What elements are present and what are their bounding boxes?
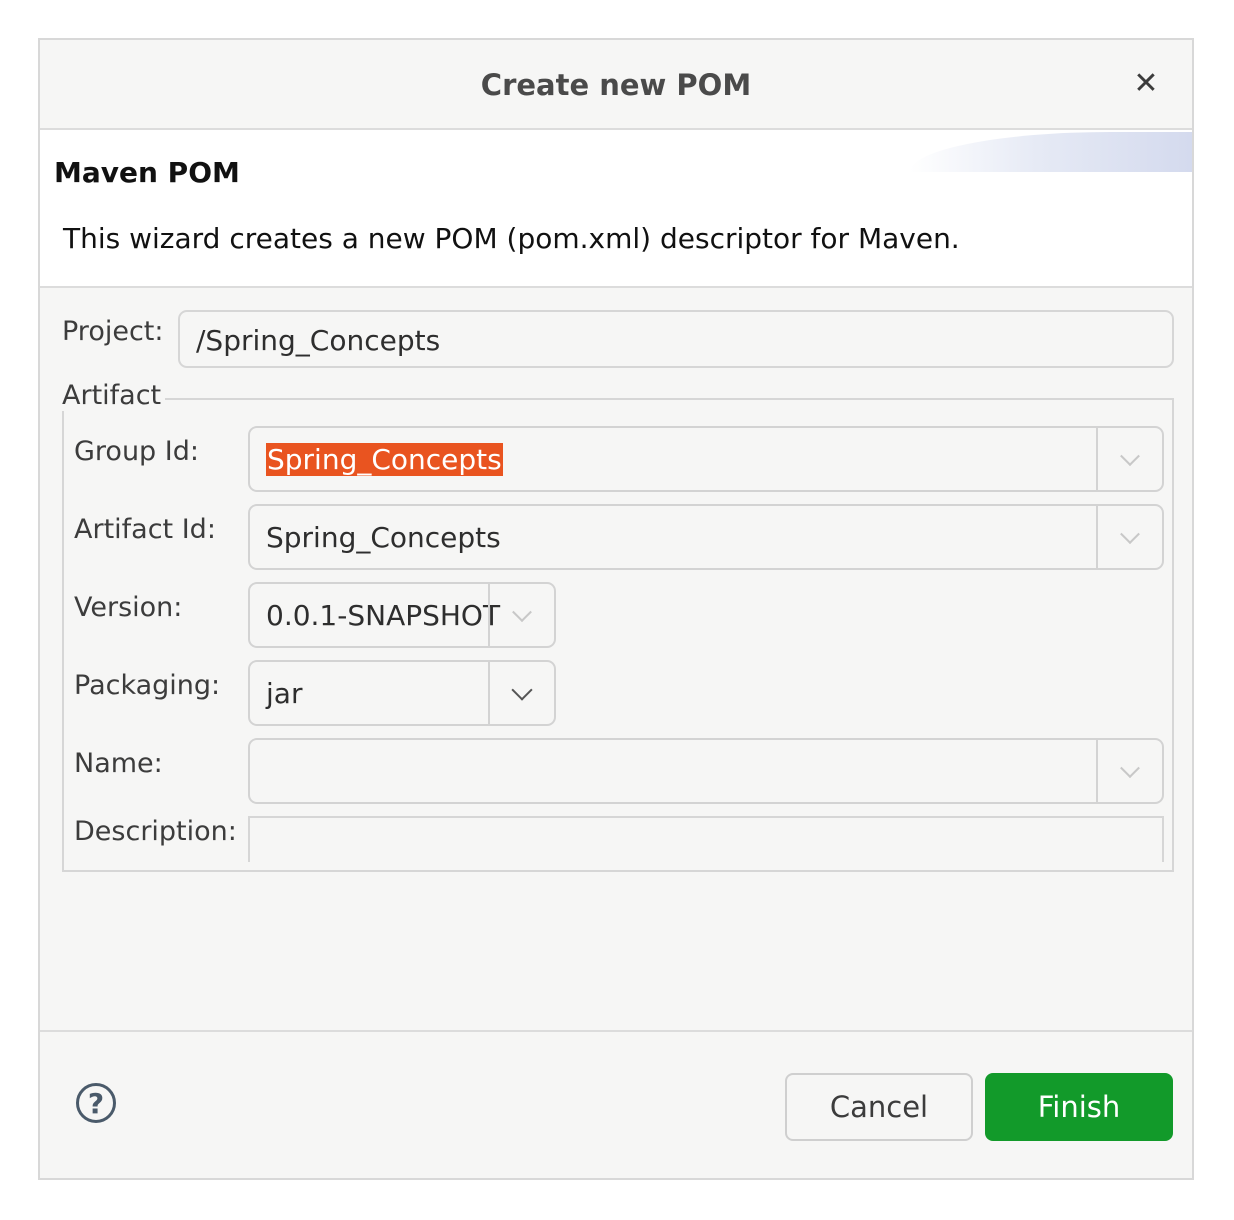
artifact-id-value: Spring_Concepts: [266, 521, 501, 554]
banner-heading: Maven POM: [54, 156, 240, 189]
artifact-id-dropdown-button[interactable]: [1096, 506, 1162, 568]
name-dropdown-button[interactable]: [1096, 740, 1162, 802]
artifact-id-combo[interactable]: Spring_Concepts: [248, 504, 1164, 570]
title-bar: Create new POM ✕: [40, 40, 1192, 130]
description-textarea[interactable]: [248, 816, 1164, 862]
group-id-dropdown-button[interactable]: [1096, 428, 1162, 490]
packaging-value: jar: [266, 677, 303, 710]
create-pom-dialog: Create new POM ✕ Maven POM This wizard c…: [38, 38, 1194, 1180]
version-label: Version:: [74, 592, 183, 623]
artifact-group-legend: Artifact: [62, 380, 166, 411]
group-id-combo[interactable]: Spring_Concepts: [248, 426, 1164, 492]
version-value: 0.0.1-SNAPSHOT: [266, 599, 501, 632]
chevron-down-icon: [1120, 524, 1140, 545]
artifact-id-label: Artifact Id:: [74, 514, 216, 545]
group-id-label: Group Id:: [74, 436, 199, 467]
close-icon[interactable]: ✕: [1124, 62, 1168, 106]
chevron-down-icon: [512, 602, 532, 623]
dialog-title: Create new POM: [480, 68, 752, 102]
packaging-label: Packaging:: [74, 670, 221, 701]
project-value: /Spring_Concepts: [196, 324, 441, 357]
chevron-down-icon: [511, 679, 533, 701]
chevron-down-icon: [1120, 758, 1140, 779]
cancel-button[interactable]: Cancel: [785, 1073, 973, 1141]
version-combo[interactable]: 0.0.1-SNAPSHOT: [248, 582, 556, 648]
banner-decoration: [910, 132, 1192, 172]
packaging-combo[interactable]: jar: [248, 660, 556, 726]
finish-button[interactable]: Finish: [985, 1073, 1173, 1141]
help-icon[interactable]: ?: [76, 1083, 116, 1123]
banner-description: This wizard creates a new POM (pom.xml) …: [63, 222, 960, 255]
description-label: Description:: [74, 816, 237, 847]
project-label: Project:: [62, 316, 164, 347]
group-id-value: Spring_Concepts: [266, 443, 503, 476]
chevron-down-icon: [1120, 446, 1140, 467]
project-field[interactable]: /Spring_Concepts: [178, 310, 1174, 368]
name-label: Name:: [74, 748, 163, 779]
version-dropdown-button[interactable]: [488, 584, 554, 646]
name-combo[interactable]: [248, 738, 1164, 804]
wizard-banner: Maven POM This wizard creates a new POM …: [40, 130, 1192, 288]
footer-divider: [40, 1030, 1192, 1032]
packaging-dropdown-button[interactable]: [488, 662, 554, 724]
